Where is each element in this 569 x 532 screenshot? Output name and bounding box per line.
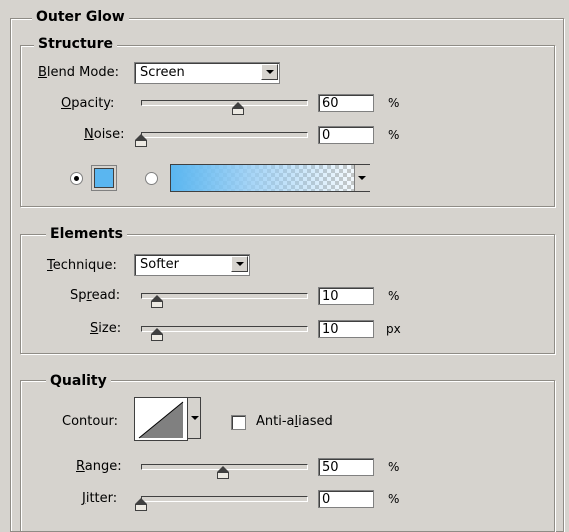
spread-label: Spread: (70, 288, 121, 303)
range-input[interactable]: 50 (318, 458, 374, 476)
spread-unit: % (388, 289, 400, 303)
size-slider-track[interactable] (141, 326, 308, 332)
jitter-slider-track[interactable] (141, 496, 308, 502)
contour-dropdown-arrow-icon[interactable] (187, 397, 201, 439)
noise-input[interactable]: 0 (318, 126, 374, 144)
outer-glow-title: Outer Glow (32, 9, 129, 25)
opacity-unit: % (388, 96, 400, 110)
blend-mode-value: Screen (140, 65, 185, 80)
contour-preview[interactable] (134, 397, 188, 441)
size-input[interactable]: 10 (318, 320, 374, 338)
gradient-radio[interactable] (145, 172, 158, 185)
spread-input[interactable]: 10 (318, 287, 374, 305)
noise-slider-thumb[interactable] (135, 134, 147, 147)
opacity-slider-track[interactable] (141, 100, 308, 106)
blend-mode-dropdown-arrow-icon[interactable] (261, 64, 278, 80)
jitter-unit: % (388, 492, 400, 506)
range-label: Range: (76, 459, 122, 474)
blend-mode-select[interactable]: Screen (134, 62, 280, 84)
technique-label: Technique: (47, 258, 117, 273)
technique-select[interactable]: Softer (134, 254, 250, 276)
glow-gradient-picker[interactable] (170, 164, 370, 192)
anti-aliased-checkbox[interactable] (231, 415, 246, 430)
quality-title: Quality (46, 373, 111, 389)
noise-unit: % (388, 128, 400, 142)
spread-slider-track[interactable] (141, 293, 308, 299)
contour-label: Contour: (62, 414, 119, 429)
opacity-input[interactable]: 60 (318, 94, 374, 112)
size-unit: px (386, 322, 401, 336)
quality-group (20, 380, 555, 532)
solid-color-radio[interactable] (70, 172, 83, 185)
jitter-slider-thumb[interactable] (135, 498, 147, 511)
noise-label: Noise: (84, 127, 125, 142)
noise-slider-track[interactable] (141, 132, 308, 138)
size-label: Size: (90, 321, 122, 336)
range-unit: % (388, 460, 400, 474)
jitter-label: Jitter: (82, 491, 118, 506)
contour-curve-icon (138, 401, 184, 439)
technique-value: Softer (140, 257, 179, 272)
glow-color-swatch[interactable] (94, 168, 114, 188)
size-slider-thumb[interactable] (151, 328, 163, 341)
elements-title: Elements (46, 226, 127, 242)
opacity-slider-thumb[interactable] (232, 102, 244, 115)
technique-dropdown-arrow-icon[interactable] (231, 256, 248, 272)
gradient-dropdown-arrow-icon[interactable] (354, 165, 370, 191)
range-slider-thumb[interactable] (217, 466, 229, 479)
jitter-input[interactable]: 0 (318, 490, 374, 508)
anti-aliased-label: Anti-aliased (256, 414, 333, 429)
opacity-label: Opacity: (61, 96, 115, 111)
spread-slider-thumb[interactable] (151, 295, 163, 308)
structure-title: Structure (34, 36, 118, 52)
blend-mode-label: Blend Mode: (38, 65, 119, 80)
